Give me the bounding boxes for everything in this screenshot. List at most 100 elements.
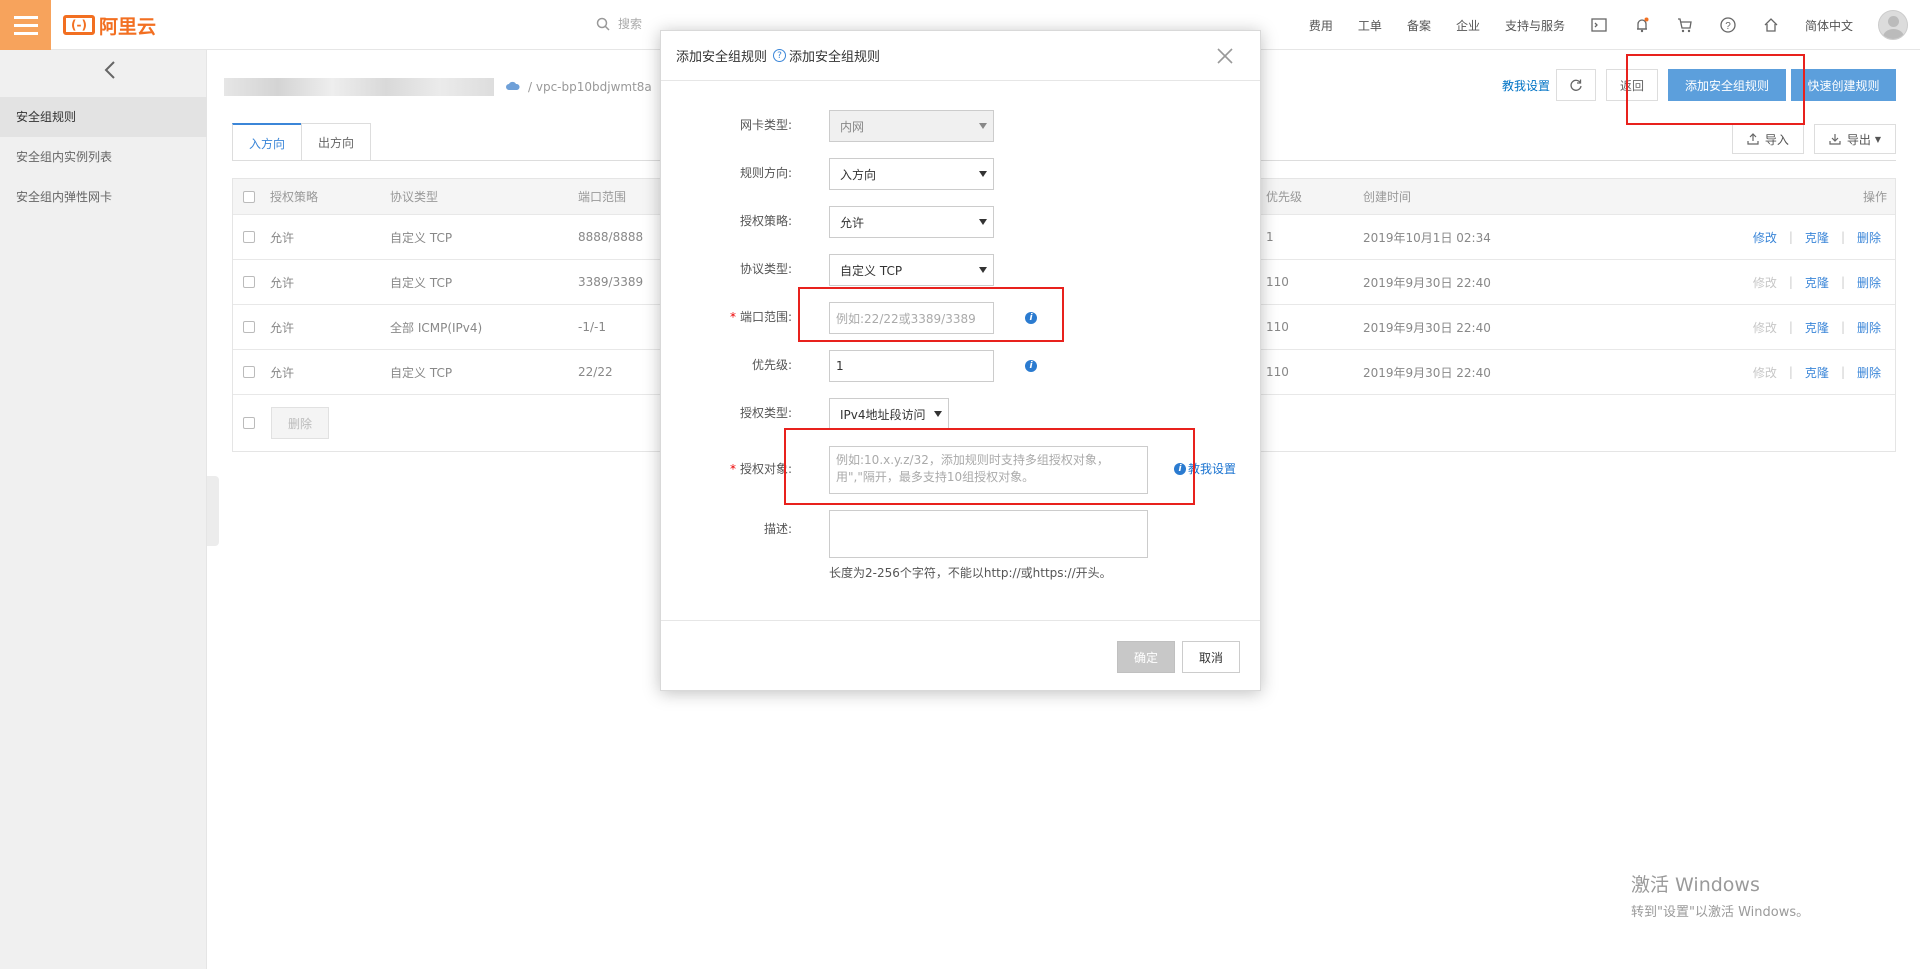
policy-value: 允许 — [840, 215, 865, 230]
auth-object-label: * 授权对象: — [729, 462, 792, 476]
info-icon[interactable]: i — [1025, 360, 1037, 372]
clone-link[interactable]: 克隆 — [1805, 229, 1829, 246]
menu-icon — [13, 23, 38, 27]
aliyun-logo[interactable]: (-) 阿里云 — [63, 13, 157, 38]
close-icon[interactable] — [1212, 43, 1238, 69]
user-avatar[interactable] — [1878, 10, 1908, 40]
row-policy: 允许 — [270, 320, 295, 335]
row-checkbox[interactable] — [243, 321, 255, 333]
description-textarea[interactable] — [829, 510, 1148, 558]
teach-me-link[interactable]: 教我设置 — [1188, 462, 1236, 476]
row-priority: 110 — [1266, 275, 1289, 289]
direction-value: 入方向 — [840, 167, 877, 182]
hamburger-menu-button[interactable] — [0, 0, 51, 50]
annotation-box-port-range — [798, 287, 1064, 342]
sidebar: 安全组规则 安全组内实例列表 安全组内弹性网卡 — [0, 50, 207, 969]
row-checkbox[interactable] — [243, 276, 255, 288]
language-switch[interactable]: 简体中文 — [1805, 17, 1853, 34]
nav-tickets[interactable]: 工单 — [1358, 17, 1382, 34]
import-button[interactable]: 导入 — [1731, 124, 1804, 154]
download-icon — [1829, 134, 1841, 145]
export-button[interactable]: 导出 ▼ — [1813, 124, 1896, 154]
nav-support[interactable]: 支持与服务 — [1505, 17, 1565, 34]
sidebar-item-instances[interactable]: 安全组内实例列表 — [0, 137, 207, 177]
policy-select[interactable]: 允许 — [829, 206, 994, 238]
annotation-box-add-rule — [1626, 54, 1805, 125]
caret-down-icon — [934, 411, 942, 417]
teach-me-link[interactable]: 教我设置 — [1502, 77, 1550, 94]
row-port: -1/-1 — [578, 320, 606, 334]
clone-link[interactable]: 克隆 — [1805, 319, 1829, 336]
edit-link: 修改 — [1752, 365, 1777, 380]
bulk-delete-button[interactable]: 删除 — [271, 407, 330, 439]
bell-icon[interactable] — [1633, 16, 1651, 34]
tab-inbound[interactable]: 入方向 — [232, 123, 303, 161]
clone-link[interactable]: 克隆 — [1805, 274, 1829, 291]
auth-type-select[interactable]: IPv4地址段访问 — [829, 398, 949, 430]
nav-icp[interactable]: 备案 — [1407, 17, 1431, 34]
nav-enterprise[interactable]: 企业 — [1456, 17, 1480, 34]
breadcrumb-vpc[interactable]: / vpc-bp10bdjwmt8a — [528, 80, 652, 94]
logo-mark-icon: (-) — [63, 15, 95, 35]
policy-label: 授权策略: — [739, 214, 792, 228]
row-port: 22/22 — [578, 365, 613, 379]
priority-input[interactable]: 1 — [829, 350, 994, 382]
row-port: 8888/8888 — [578, 230, 644, 244]
row-port: 3389/3389 — [578, 275, 644, 289]
home-icon[interactable] — [1762, 16, 1780, 34]
quick-create-rule-button[interactable]: 快速创建规则 — [1791, 69, 1896, 101]
row-priority: 1 — [1266, 230, 1274, 244]
row-checkbox[interactable] — [243, 366, 255, 378]
cart-icon[interactable] — [1676, 16, 1694, 34]
sidebar-item-rules[interactable]: 安全组规则 — [0, 97, 207, 137]
watermark-line2: 转到"设置"以激活 Windows。 — [1631, 905, 1810, 920]
port-range-label: * 端口范围: — [729, 310, 792, 324]
sidebar-collapse-handle[interactable] — [207, 476, 219, 546]
search-placeholder: 搜索 — [618, 17, 643, 31]
dialog-title: 添加安全组规则 — [676, 50, 768, 65]
cancel-button[interactable]: 取消 — [1182, 641, 1240, 673]
protocol-label: 协议类型: — [739, 262, 792, 276]
priority-label: 优先级: — [751, 358, 792, 372]
annotation-box-auth-object — [784, 428, 1195, 505]
row-checkbox[interactable] — [243, 231, 255, 243]
row-protocol: 自定义 TCP — [390, 365, 453, 380]
row-policy: 允许 — [270, 365, 295, 380]
row-created: 2019年9月30日 22:40 — [1363, 320, 1491, 335]
description-hint: 长度为2-256个字符，不能以http://或https://开头。 — [829, 566, 1112, 580]
edit-link[interactable]: 修改 — [1753, 229, 1777, 246]
svg-text:?: ? — [1725, 21, 1731, 32]
delete-link[interactable]: 删除 — [1857, 229, 1881, 246]
dialog-help-link[interactable]: 添加安全组规则 — [789, 46, 880, 65]
edit-link: 修改 — [1752, 320, 1777, 335]
header-policy: 授权策略 — [270, 190, 319, 204]
row-actions: 修改 | 克隆 | 删除 — [1752, 319, 1881, 336]
logo-text: 阿里云 — [99, 15, 157, 38]
back-arrow-icon[interactable] — [100, 60, 120, 80]
terminal-icon[interactable] — [1590, 16, 1608, 34]
nav-billing[interactable]: 费用 — [1309, 17, 1333, 34]
refresh-button[interactable] — [1556, 69, 1596, 101]
breadcrumb: / vpc-bp10bdjwmt8a — [224, 78, 652, 96]
global-search[interactable]: 搜索 — [596, 15, 642, 32]
delete-link[interactable]: 删除 — [1857, 319, 1881, 336]
confirm-button[interactable]: 确定 — [1117, 641, 1175, 673]
sidebar-item-enis[interactable]: 安全组内弹性网卡 — [0, 177, 207, 217]
direction-label: 规则方向: — [739, 166, 792, 180]
footer-select-all-checkbox[interactable] — [243, 417, 255, 429]
select-all-checkbox[interactable] — [243, 190, 255, 203]
delete-link[interactable]: 删除 — [1857, 274, 1881, 291]
clone-link[interactable]: 克隆 — [1805, 364, 1829, 381]
protocol-select[interactable]: 自定义 TCP — [829, 254, 994, 286]
help-icon[interactable]: ? — [773, 49, 787, 62]
help-circle-icon[interactable]: ? — [1719, 16, 1737, 34]
auth-type-label: 授权类型: — [739, 406, 792, 420]
row-policy: 允许 — [270, 275, 295, 290]
row-actions: 修改 | 克隆 | 删除 — [1752, 364, 1881, 381]
tab-outbound[interactable]: 出方向 — [301, 123, 372, 161]
header-actions: 操作 — [1862, 190, 1887, 204]
windows-activation-watermark: 激活 Windows 转到"设置"以激活 Windows。 — [1631, 870, 1809, 920]
row-created: 2019年9月30日 22:40 — [1363, 365, 1491, 380]
delete-link[interactable]: 删除 — [1857, 364, 1881, 381]
direction-select[interactable]: 入方向 — [829, 158, 994, 190]
